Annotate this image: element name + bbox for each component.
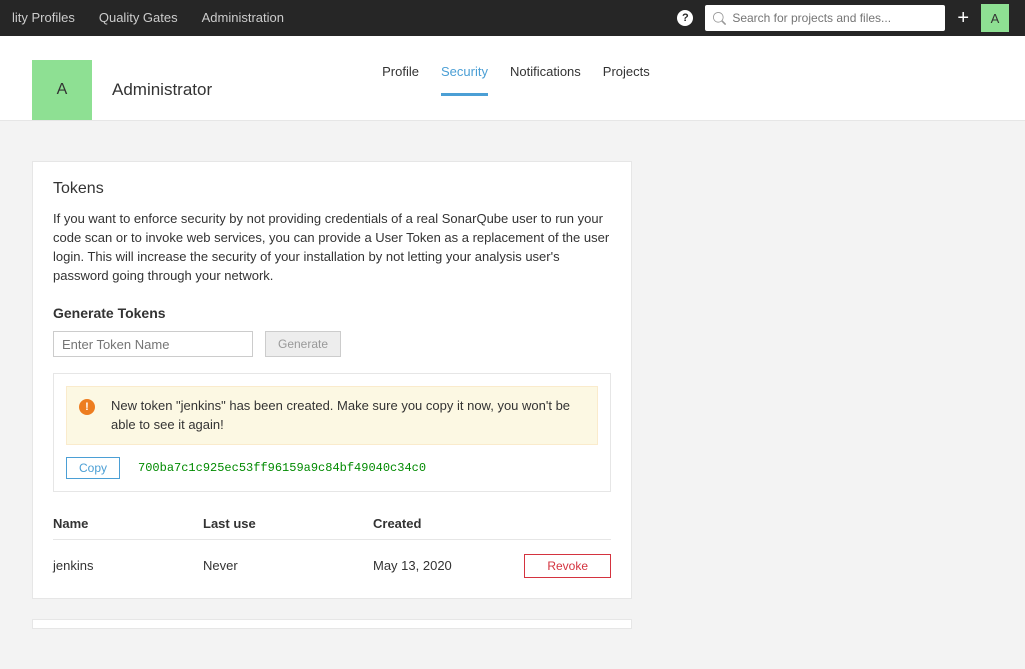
nav-quality-gates[interactable]: Quality Gates <box>87 0 190 36</box>
next-panel <box>32 619 632 629</box>
avatar[interactable]: A <box>981 4 1009 32</box>
col-header-name: Name <box>53 516 203 531</box>
user-block: A Administrator <box>32 60 212 120</box>
main-container: Tokens If you want to enforce security b… <box>0 121 1025 669</box>
revoke-button[interactable]: Revoke <box>524 554 611 578</box>
table-row: jenkins Never May 13, 2020 Revoke <box>53 540 611 578</box>
tokens-panel: Tokens If you want to enforce security b… <box>32 161 632 599</box>
token-alert: ! New token "jenkins" has been created. … <box>66 386 598 444</box>
tabs: Profile Security Notifications Projects <box>382 64 650 96</box>
search-icon <box>713 12 726 25</box>
generate-button[interactable]: Generate <box>265 331 341 357</box>
new-token-box: ! New token "jenkins" has been created. … <box>53 373 611 491</box>
add-icon[interactable]: + <box>957 7 969 30</box>
tab-profile[interactable]: Profile <box>382 64 419 96</box>
panel-description: If you want to enforce security by not p… <box>53 210 611 285</box>
tab-notifications[interactable]: Notifications <box>510 64 581 96</box>
cell-lastuse: Never <box>203 558 373 573</box>
tab-projects[interactable]: Projects <box>603 64 650 96</box>
warning-icon: ! <box>79 399 95 415</box>
avatar-large: A <box>32 60 92 120</box>
generate-label: Generate Tokens <box>53 305 611 321</box>
top-nav-right: ? + A <box>677 4 1009 32</box>
cell-created: May 13, 2020 <box>373 558 503 573</box>
copy-button[interactable]: Copy <box>66 457 120 479</box>
nav-quality-profiles[interactable]: lity Profiles <box>0 0 87 36</box>
subheader: A Administrator Profile Security Notific… <box>0 36 1025 121</box>
token-table: Name Last use Created jenkins Never May … <box>53 516 611 578</box>
top-nav-left: lity Profiles Quality Gates Administrati… <box>0 0 296 36</box>
generate-row: Generate <box>53 331 611 357</box>
search-box[interactable] <box>705 5 945 31</box>
top-nav: lity Profiles Quality Gates Administrati… <box>0 0 1025 36</box>
token-value: 700ba7c1c925ec53ff96159a9c84bf49040c34c0 <box>138 461 426 475</box>
panel-title: Tokens <box>53 180 611 198</box>
cell-name: jenkins <box>53 558 203 573</box>
search-input[interactable] <box>732 11 937 25</box>
token-name-input[interactable] <box>53 331 253 357</box>
table-header: Name Last use Created <box>53 516 611 540</box>
user-name: Administrator <box>112 80 212 100</box>
copy-row: Copy 700ba7c1c925ec53ff96159a9c84bf49040… <box>66 457 598 479</box>
tab-security[interactable]: Security <box>441 64 488 96</box>
col-header-lastuse: Last use <box>203 516 373 531</box>
nav-administration[interactable]: Administration <box>190 0 296 36</box>
alert-text: New token "jenkins" has been created. Ma… <box>111 397 585 433</box>
col-header-created: Created <box>373 516 503 531</box>
help-icon[interactable]: ? <box>677 10 693 26</box>
